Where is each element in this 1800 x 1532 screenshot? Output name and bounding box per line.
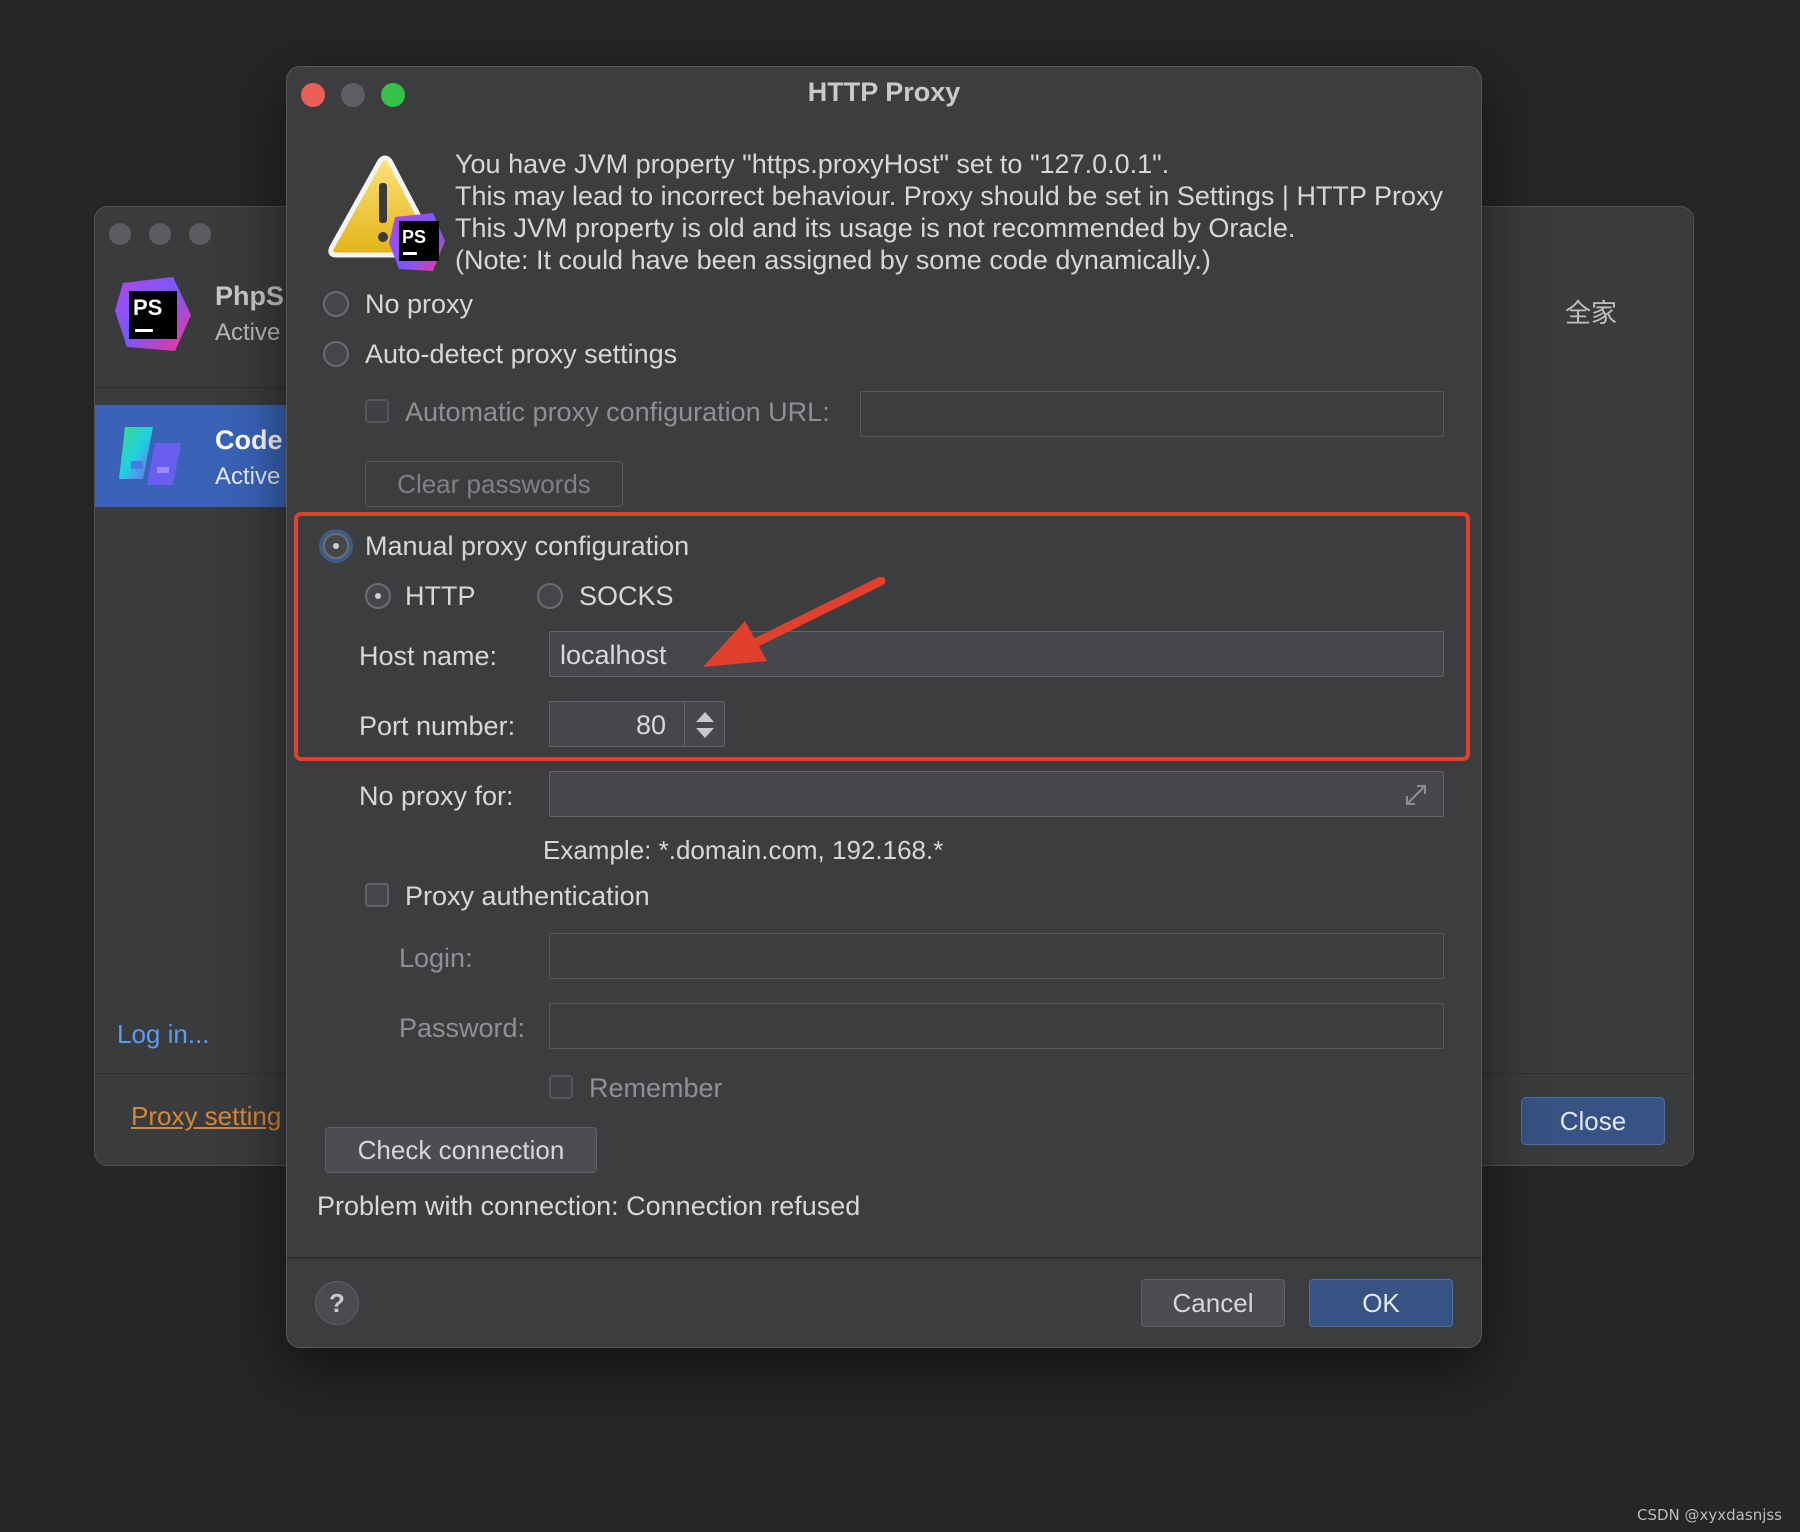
check-connection-button[interactable]: Check connection (325, 1127, 597, 1173)
auto-proxy-url-checkbox[interactable] (365, 399, 389, 423)
auto-detect-radio[interactable] (323, 341, 349, 367)
remember-label: Remember (589, 1073, 723, 1103)
remember-checkbox[interactable] (549, 1075, 573, 1099)
http-proxy-dialog: HTTP Proxy PS You have JVM property "htt… (286, 66, 1482, 1348)
sidebar-item-code[interactable]: Code Active (95, 405, 295, 507)
warning-icon: PS (323, 155, 447, 275)
footer-divider (287, 1257, 1481, 1259)
connection-status-text: Problem with connection: Connection refu… (317, 1191, 861, 1221)
no-proxy-radio[interactable] (323, 291, 349, 317)
window-close-dot[interactable] (109, 223, 131, 245)
cancel-button[interactable]: Cancel (1141, 1279, 1285, 1327)
auto-detect-label: Auto-detect proxy settings (365, 339, 678, 369)
expand-icon[interactable] (1403, 782, 1429, 808)
red-arrow-annotation-icon (697, 576, 887, 677)
no-proxy-example: Example: *.domain.com, 192.168.* (543, 835, 944, 865)
help-button[interactable]: ? (315, 1281, 359, 1325)
app-status-phpstorm: Active (215, 319, 281, 346)
sidebar-divider (95, 387, 295, 388)
login-input[interactable] (549, 933, 1444, 979)
proxy-auth-checkbox[interactable] (365, 883, 389, 907)
warning-line-2: This may lead to incorrect behaviour. Pr… (455, 181, 1443, 211)
watermark-text: CSDN @xyxdasnjss (1637, 1506, 1782, 1524)
no-proxy-for-input[interactable] (549, 771, 1444, 817)
no-proxy-label: No proxy (365, 289, 474, 319)
warning-line-1: You have JVM property "https.proxyHost" … (455, 149, 1170, 179)
no-proxy-for-label: No proxy for: (359, 781, 514, 811)
code-with-me-logo-icon (119, 423, 185, 489)
app-status-code: Active (215, 463, 281, 490)
password-input[interactable] (549, 1003, 1444, 1049)
clear-passwords-button[interactable]: Clear passwords (365, 461, 623, 507)
window-zoom-dot[interactable] (189, 223, 211, 245)
warning-line-3: This JVM property is old and its usage i… (455, 213, 1296, 243)
app-name-code: Code (215, 425, 283, 455)
close-button[interactable]: Close (1521, 1097, 1665, 1145)
ok-button[interactable]: OK (1309, 1279, 1453, 1327)
login-label: Login: (399, 943, 473, 973)
phpstorm-logo-icon: PS (113, 275, 193, 355)
auto-proxy-url-label: Automatic proxy configuration URL: (405, 397, 830, 427)
log-in-link[interactable]: Log in... (117, 1019, 210, 1050)
dialog-title: HTTP Proxy (807, 77, 961, 107)
svg-text:PS: PS (402, 227, 426, 247)
auto-proxy-url-input[interactable] (860, 391, 1444, 437)
background-text: 全家 (1565, 298, 1618, 328)
svg-text:PS: PS (133, 295, 162, 320)
proxy-settings-link[interactable]: Proxy setting (131, 1101, 281, 1132)
app-name-phpstorm: PhpS (215, 281, 285, 311)
password-label: Password: (399, 1013, 526, 1043)
proxy-auth-label: Proxy authentication (405, 881, 650, 911)
warning-line-4: (Note: It could have been assigned by so… (455, 245, 1211, 275)
window-minimize-dot[interactable] (149, 223, 171, 245)
